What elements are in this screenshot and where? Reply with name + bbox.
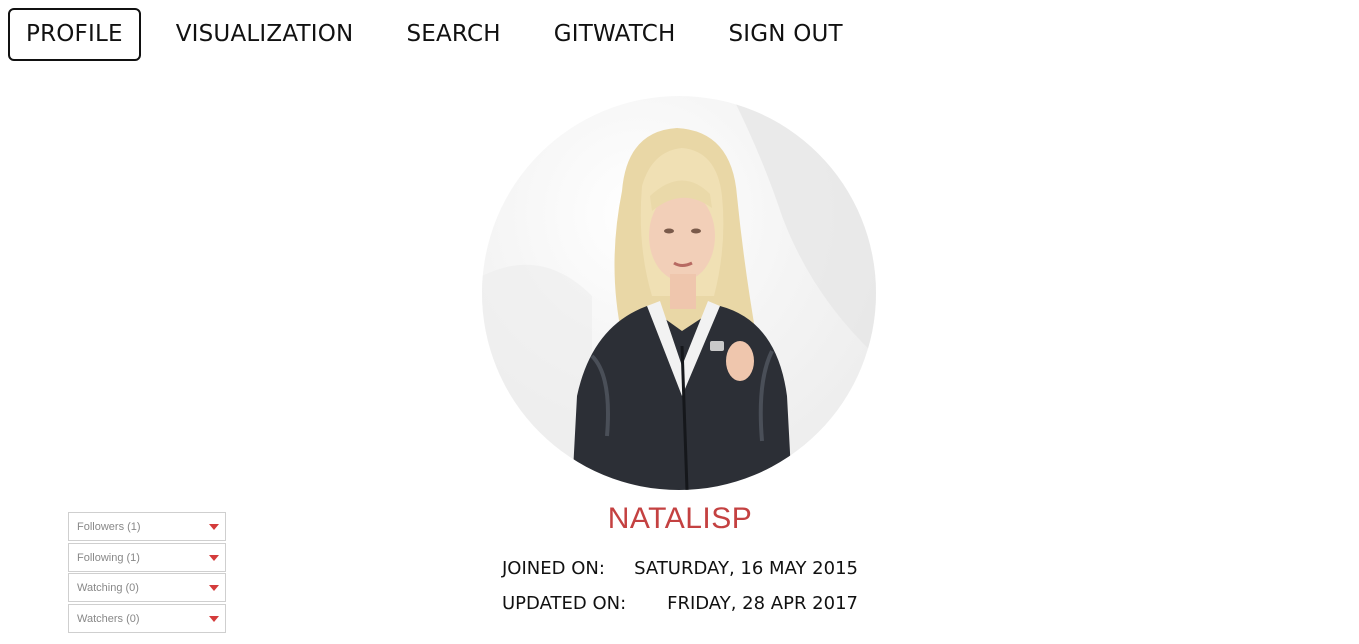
watchers-dropdown-label: Watchers (0) <box>77 612 140 625</box>
avatar-image <box>482 96 876 490</box>
watching-dropdown-label: Watching (0) <box>77 581 139 594</box>
followers-dropdown-label: Followers (1) <box>77 520 141 533</box>
watchers-dropdown[interactable]: Watchers (0) <box>68 604 226 633</box>
updated-label: UPDATED ON: <box>502 593 627 614</box>
updated-row: UPDATED ON: FRIDAY, 28 APR 2017 <box>502 593 858 614</box>
nav-profile[interactable]: PROFILE <box>8 8 141 61</box>
caret-down-icon <box>209 585 219 591</box>
following-dropdown[interactable]: Following (1) <box>68 543 226 572</box>
nav-sign-out[interactable]: SIGN OUT <box>710 8 860 61</box>
avatar <box>482 96 876 490</box>
followers-dropdown[interactable]: Followers (1) <box>68 512 226 541</box>
updated-value: FRIDAY, 28 APR 2017 <box>667 593 858 614</box>
joined-label: JOINED ON: <box>502 558 605 579</box>
following-dropdown-label: Following (1) <box>77 551 140 564</box>
joined-row: JOINED ON: SATURDAY, 16 MAY 2015 <box>502 558 858 579</box>
caret-down-icon <box>209 616 219 622</box>
nav-search[interactable]: SEARCH <box>388 8 518 61</box>
caret-down-icon <box>209 555 219 561</box>
watching-dropdown[interactable]: Watching (0) <box>68 573 226 602</box>
caret-down-icon <box>209 524 219 530</box>
nav-gitwatch[interactable]: GITWATCH <box>536 8 694 61</box>
nav-visualization[interactable]: VISUALIZATION <box>158 8 372 61</box>
username: NATALISP <box>607 502 753 535</box>
top-nav: PROFILE VISUALIZATION SEARCH GITWATCH SI… <box>8 8 878 61</box>
joined-value: SATURDAY, 16 MAY 2015 <box>634 558 858 579</box>
